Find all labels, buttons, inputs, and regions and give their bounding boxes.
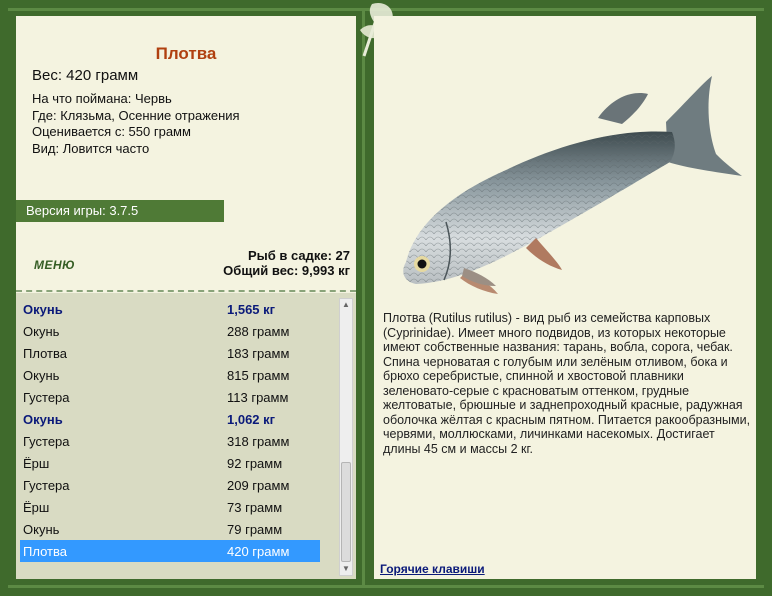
- catch-fish-name: Окунь: [23, 302, 63, 317]
- catch-fish-name: Плотва: [23, 346, 67, 361]
- catch-list-item[interactable]: Плотва 183 грамм: [20, 342, 320, 364]
- dashed-divider: [16, 290, 356, 292]
- total-weight: Общий вес: 9,993 кг: [223, 263, 350, 278]
- catch-list-scrollbar[interactable]: ▲ ▼: [339, 298, 353, 576]
- catch-fish-weight: 288 грамм: [227, 324, 290, 339]
- catch-fish-name: Окунь: [23, 522, 60, 537]
- frame-stripe-middle: [362, 8, 365, 588]
- frame-stripe-bottom: [8, 585, 764, 588]
- catch-list-item[interactable]: Густера 209 грамм: [20, 474, 320, 496]
- menu-button[interactable]: МЕНЮ: [34, 258, 75, 272]
- catch-list-item[interactable]: Густера 318 грамм: [20, 430, 320, 452]
- fish-description: Плотва (Rutilus rutilus) - вид рыб из се…: [383, 311, 751, 456]
- catch-list-item[interactable]: Окунь 1,062 кг: [20, 408, 320, 430]
- catch-fish-weight: 113 грамм: [227, 390, 289, 405]
- catch-fish-weight: 815 грамм: [227, 368, 290, 383]
- catch-fish-weight: 1,062 кг: [227, 412, 276, 427]
- roach-fish-image: [403, 76, 742, 294]
- scroll-down-icon[interactable]: ▼: [340, 563, 352, 575]
- keepnet-stats: Рыб в садке: 27 Общий вес: 9,993 кг: [223, 248, 350, 278]
- catch-list-item[interactable]: Густера 113 грамм: [20, 386, 320, 408]
- catch-fish-weight: 318 грамм: [227, 434, 290, 449]
- catch-list-item[interactable]: Окунь 815 грамм: [20, 364, 320, 386]
- kind-text: Вид: Ловится часто: [32, 140, 150, 156]
- catch-fish-name: Окунь: [23, 412, 63, 427]
- catch-fish-weight: 79 грамм: [227, 522, 283, 537]
- fish-info-panel: Плотва Вес: 420 грамм На что поймана: Че…: [16, 16, 356, 579]
- caught-on-text: На что поймана: Червь: [32, 91, 172, 106]
- catch-fish-name: Густера: [23, 390, 70, 405]
- catch-fish-weight: 1,565 кг: [227, 302, 276, 317]
- hotkeys-link[interactable]: Горячие клавиши: [380, 562, 485, 576]
- catch-list-item[interactable]: Ёрш 92 грамм: [20, 452, 320, 474]
- catch-list-item[interactable]: Окунь 288 грамм: [20, 320, 320, 342]
- catch-fish-name: Ёрш: [23, 500, 50, 515]
- version-bar: Версия игры: 3.7.5: [16, 200, 224, 222]
- catch-fish-name: Окунь: [23, 368, 60, 383]
- valued-from-text: Оценивается с: 550 грамм: [32, 124, 191, 139]
- catch-list-item[interactable]: Плотва 420 грамм: [20, 540, 320, 562]
- fish-count: Рыб в садке: 27: [247, 248, 350, 263]
- catch-list[interactable]: Окунь 1,565 кг Окунь 288 грамм Плотва 183 гра…: [16, 293, 356, 579]
- catch-fish-weight: 92 грамм: [227, 456, 283, 471]
- location-text: Где: Клязьма, Осенние отражения: [32, 107, 240, 123]
- fish-description-panel: Плотва (Rutilus rutilus) - вид рыб из се…: [374, 16, 756, 579]
- catch-list-item[interactable]: Ёрш 73 грамм: [20, 496, 320, 518]
- catch-fish-weight: 209 грамм: [227, 478, 290, 493]
- scroll-thumb[interactable]: [341, 462, 351, 562]
- catch-fish-name: Густера: [23, 478, 70, 493]
- catch-list-item[interactable]: Окунь 79 грамм: [20, 518, 320, 540]
- fish-info-lines: На что поймана: Червь Где: Клязьма, Осен…: [32, 91, 240, 157]
- catch-fish-name: Густера: [23, 434, 70, 449]
- catch-fish-name: Плотва: [23, 544, 67, 559]
- scroll-up-icon[interactable]: ▲: [340, 299, 352, 311]
- catch-list-item[interactable]: Окунь 1,565 кг: [20, 298, 320, 320]
- catch-fish-weight: 183 грамм: [227, 346, 290, 361]
- catch-fish-weight: 73 грамм: [227, 500, 283, 515]
- catch-fish-name: Окунь: [23, 324, 60, 339]
- fish-title: Плотва: [155, 44, 217, 63]
- catch-fish-weight: 420 грамм: [227, 544, 290, 559]
- fish-weight: Вес: 420 грамм: [32, 67, 139, 84]
- catch-fish-name: Ёрш: [23, 456, 50, 471]
